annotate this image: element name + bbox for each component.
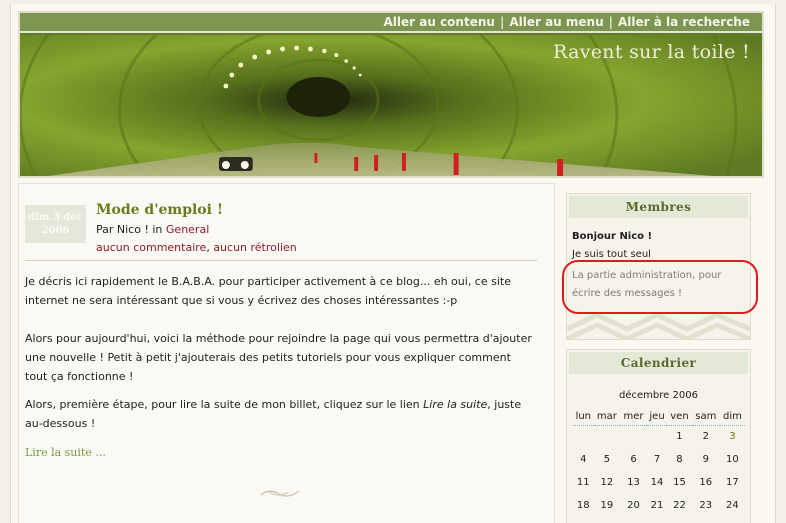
calendar-day: 2 <box>702 431 709 443</box>
post-date-badge: dim 3 dec 2006 <box>25 205 86 243</box>
post-paragraph: Alors, première étape, pour lire la suit… <box>25 395 533 433</box>
calendar-day: 21 <box>650 500 664 511</box>
weekday-header: ven <box>667 408 692 426</box>
post-meta-links: aucun commentaire, aucun rétrolien <box>96 241 297 254</box>
calendar-day-with-post[interactable]: 3 <box>720 425 745 448</box>
post-author: Par Nico ! in <box>96 223 163 236</box>
site-title[interactable]: Ravent sur la toile ! <box>553 41 750 63</box>
calendar-day: 4 <box>580 454 587 465</box>
skip-to-search-link[interactable]: Aller à la recherche <box>618 15 750 29</box>
calendar-grid: lun mar mer jeu ven sam dim 1 2 3 4 5 6 … <box>573 408 745 517</box>
calendar-day <box>647 425 667 448</box>
calendar-day: 22 <box>673 500 686 511</box>
calendar-day: 10 <box>726 454 739 465</box>
weekday-header: jeu <box>646 408 668 426</box>
calendar-day <box>594 425 621 448</box>
calendar-day: 11 <box>576 477 590 488</box>
main-content: dim 3 dec 2006 Mode d'emploi ! Par Nico … <box>18 183 555 523</box>
calendar-day: 20 <box>627 500 640 511</box>
calendar-day: 14 <box>650 477 664 488</box>
weekday-header: sam <box>691 408 720 426</box>
weekday-header: lun <box>573 408 594 426</box>
nav-separator: | <box>608 15 614 29</box>
calendar-day <box>620 425 647 448</box>
post-date-year: 2006 <box>41 225 70 236</box>
post-paragraph-text: Alors, première étape, pour lire la suit… <box>25 398 420 411</box>
skip-to-content-link[interactable]: Aller au contenu <box>384 15 495 29</box>
divider <box>25 260 537 261</box>
post-paragraph: Je décris ici rapidement le B.A.B.A. pou… <box>25 275 511 307</box>
calendar-day: 13 <box>627 477 640 488</box>
calendar-day: 8 <box>676 454 683 465</box>
post-date-day: dim 3 dec <box>28 212 83 223</box>
calendar-day: 9 <box>702 454 709 465</box>
greeting-text: Bonjour Nico ! <box>572 231 653 242</box>
calendar-day: 1 <box>676 431 683 443</box>
calendar-heading: Calendrier <box>569 352 748 374</box>
calendar-day: 5 <box>603 454 611 465</box>
red-annotation-circle <box>562 260 758 314</box>
emphasized-text: Lire la suite <box>423 398 488 411</box>
calendar-day: 12 <box>600 477 614 488</box>
calendar-day: 19 <box>600 500 614 511</box>
members-heading: Membres <box>569 196 748 218</box>
calendar-day: 16 <box>699 477 713 488</box>
calendar-day: 24 <box>726 500 739 511</box>
post-title[interactable]: Mode d'emploi ! <box>96 202 223 218</box>
calendar-month: décembre 2006 <box>619 390 698 401</box>
calendar-day <box>573 425 594 448</box>
weekday-header: mer <box>620 408 647 426</box>
weekday-header: mar <box>593 408 621 426</box>
calendar-day: 15 <box>673 477 686 488</box>
accessibility-nav: Aller au contenu | Aller au menu | Aller à l… <box>20 13 762 33</box>
calendar-day: 23 <box>699 500 713 511</box>
read-more-link[interactable]: Lire la suite ... <box>25 446 106 459</box>
ornament-icon <box>260 490 300 497</box>
comments-link[interactable]: aucun commentaire <box>96 241 206 254</box>
status-text: Je suis tout seul <box>572 249 651 260</box>
calendar-day: 6 <box>630 454 637 465</box>
trackbacks-link[interactable]: aucun rétrolien <box>213 241 296 254</box>
weekday-header: dim <box>719 408 745 426</box>
calendar-day: 18 <box>576 500 590 511</box>
post-byline: Par Nico ! in General <box>96 223 209 236</box>
post-category-link[interactable]: General <box>166 223 209 236</box>
meta-separator: , <box>206 241 210 254</box>
nav-separator: | <box>499 15 505 29</box>
calendar-day: 7 <box>653 454 661 465</box>
calendar-day: 17 <box>726 477 739 488</box>
site-header: Aller au contenu | Aller au menu | Aller à l… <box>18 11 764 178</box>
post-paragraph: Alors pour aujourd'hui, voici la méthode… <box>25 332 532 383</box>
skip-to-menu-link[interactable]: Aller au menu <box>509 15 603 29</box>
calendar-widget: Calendrier décembre 2006 lun mar mer jeu… <box>566 349 751 523</box>
